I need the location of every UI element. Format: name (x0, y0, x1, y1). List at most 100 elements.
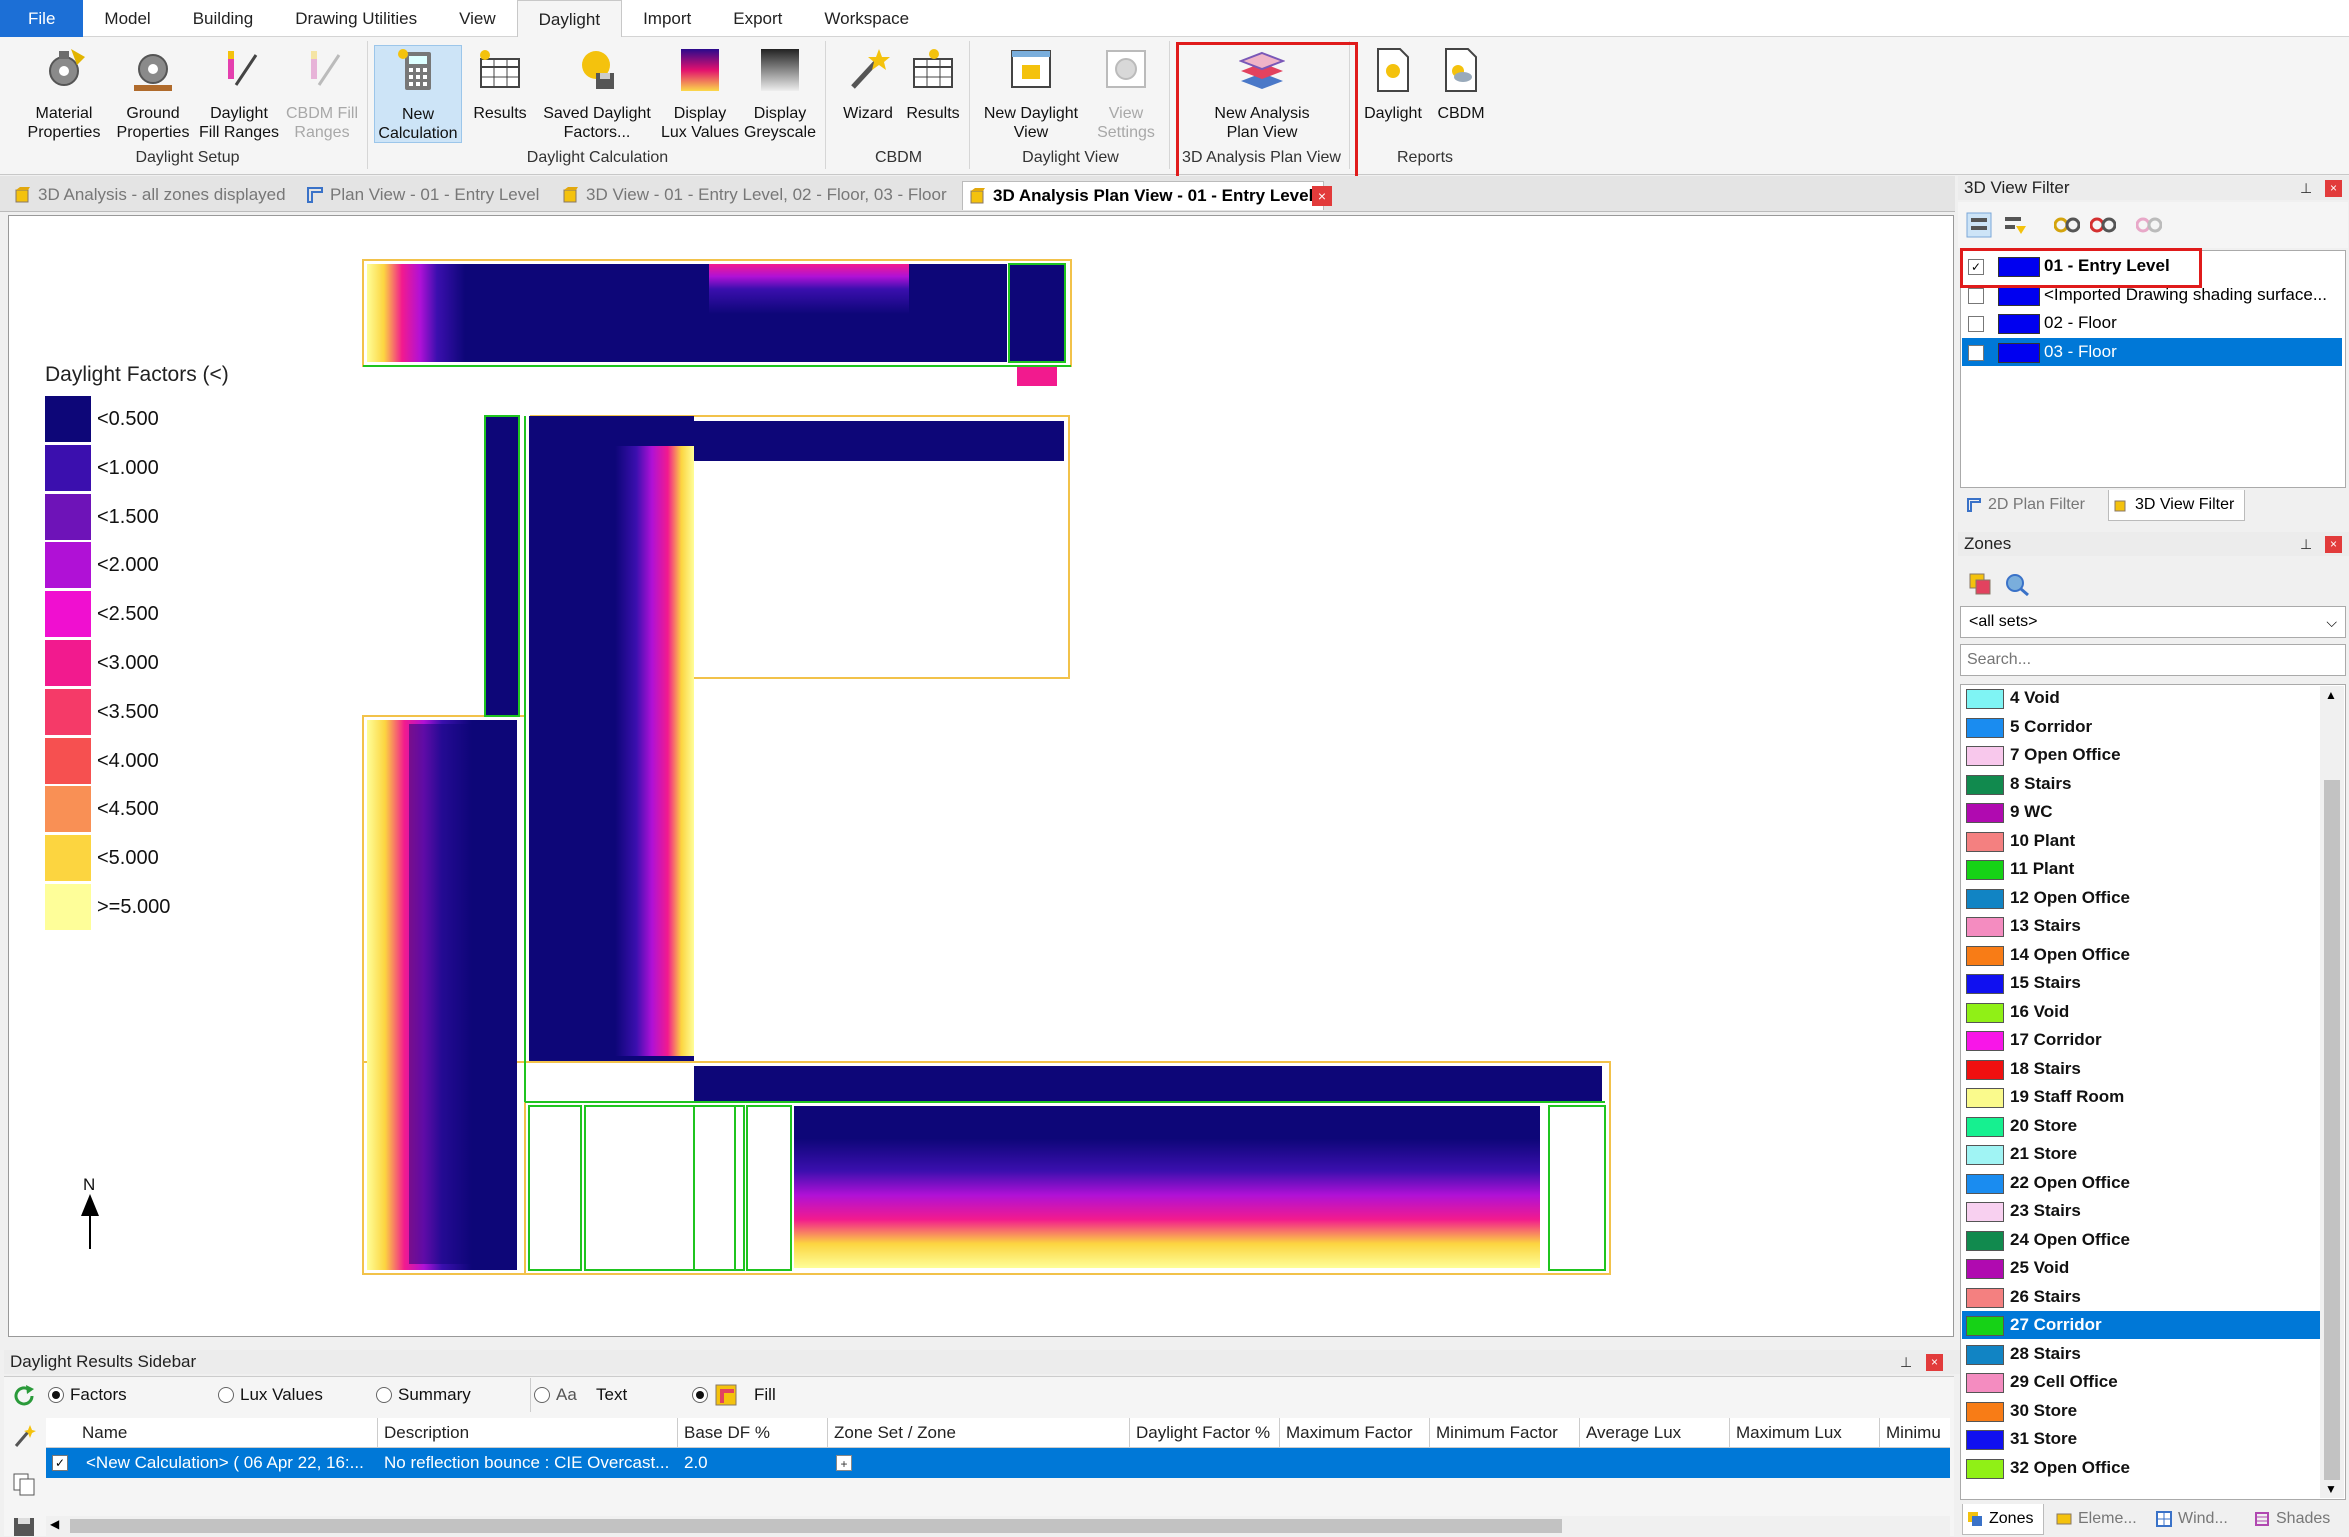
tab-file[interactable]: File (0, 0, 84, 37)
zone-sets-icon[interactable] (1968, 572, 1994, 596)
view-filter-checkbox[interactable] (1968, 287, 1984, 304)
cbdm-report-button[interactable]: CBDM (1428, 45, 1494, 123)
material-properties-button[interactable]: Material Properties (14, 45, 114, 142)
view-filter-item[interactable]: 03 - Floor (1962, 337, 2342, 366)
col-minimum-factor[interactable]: Minimum Factor (1430, 1418, 1580, 1448)
col-base-df[interactable]: Base DF % (678, 1418, 828, 1448)
zone-search-input[interactable] (1960, 644, 2346, 676)
scroll-left-icon[interactable]: ◀ (50, 1517, 59, 1531)
zone-list-item[interactable]: 29 Cell Office (1962, 1368, 2320, 1396)
scrollbar-thumb[interactable] (2324, 780, 2340, 1480)
zone-list-item[interactable]: 32 Open Office (1962, 1454, 2320, 1482)
tab-windows[interactable]: Wind... (2152, 1504, 2228, 1534)
tab-workspace[interactable]: Workspace (803, 0, 930, 37)
view-filter-item[interactable]: 02 - Floor (1962, 309, 2342, 337)
zone-list-item[interactable]: 7 Open Office (1962, 741, 2320, 769)
zone-list-item[interactable]: 16 Void (1962, 998, 2320, 1026)
pin-icon[interactable]: ⊥ (2300, 180, 2312, 197)
analysis-canvas[interactable]: Daylight Factors (<) <0.500 <1.000 <1.500 <… (8, 215, 1954, 1337)
zone-list-item[interactable]: 24 Open Office (1962, 1226, 2320, 1254)
pin-icon[interactable]: ⊥ (2300, 536, 2312, 553)
daylight-report-button[interactable]: Daylight (1356, 45, 1430, 123)
view-settings-button[interactable]: View Settings (1088, 45, 1164, 142)
scrollbar-thumb[interactable] (70, 1519, 1562, 1533)
text-radio[interactable] (534, 1387, 550, 1403)
col-average-lux[interactable]: Average Lux (1580, 1418, 1730, 1448)
results-button[interactable]: Results (464, 45, 536, 123)
save-icon[interactable] (12, 1516, 36, 1536)
tab-plan-view[interactable]: Plan View - 01 - Entry Level (300, 181, 539, 209)
col-minimum[interactable]: Minimu (1880, 1418, 1950, 1448)
col-daylight-factor[interactable]: Daylight Factor % (1130, 1418, 1280, 1448)
row-checkbox[interactable]: ✓ (52, 1455, 68, 1471)
wizard-button[interactable]: Wizard (836, 45, 900, 123)
summary-radio[interactable] (376, 1387, 392, 1403)
tab-import[interactable]: Import (622, 0, 712, 37)
close-tab-icon[interactable]: × (1312, 186, 1332, 206)
tab-building[interactable]: Building (172, 0, 275, 37)
scroll-down-icon[interactable]: ▼ (2325, 1482, 2337, 1496)
tab-view[interactable]: View (438, 0, 517, 37)
zone-list-item[interactable]: 15 Stairs (1962, 969, 2320, 997)
zone-list-item[interactable]: 21 Store (1962, 1140, 2320, 1168)
col-name[interactable]: Name (76, 1418, 378, 1448)
display-greyscale-button[interactable]: Display Greyscale (740, 45, 820, 142)
filter-icon[interactable] (2002, 212, 2028, 238)
tab-drawing-utilities[interactable]: Drawing Utilities (274, 0, 438, 37)
fill-radio[interactable] (692, 1387, 708, 1403)
link-disabled-icon[interactable] (2136, 214, 2162, 236)
tab-3d-view-filter[interactable]: 3D View Filter (2108, 490, 2246, 521)
zone-set-expand-icon[interactable]: + (836, 1455, 852, 1471)
tab-export[interactable]: Export (712, 0, 803, 37)
close-panel-icon[interactable]: × (2325, 180, 2342, 197)
pin-icon[interactable]: ⊥ (1900, 1354, 1912, 1371)
zone-list-item[interactable]: 19 Staff Room (1962, 1083, 2320, 1111)
zone-set-select[interactable]: <all sets> ⌵ (1960, 606, 2346, 638)
tab-zones[interactable]: Zones (1962, 1504, 2045, 1535)
scroll-up-icon[interactable]: ▲ (2325, 688, 2337, 702)
zone-list-item[interactable]: 23 Stairs (1962, 1197, 2320, 1225)
zone-list-item[interactable]: 11 Plant (1962, 855, 2320, 883)
close-panel-icon[interactable]: × (1926, 1354, 1943, 1371)
link-yellow-icon[interactable] (2054, 214, 2080, 236)
col-maximum-lux[interactable]: Maximum Lux (1730, 1418, 1880, 1448)
zone-list-item[interactable]: 14 Open Office (1962, 941, 2320, 969)
zone-list-item[interactable]: 9 WC (1962, 798, 2320, 826)
daylight-fill-ranges-button[interactable]: Daylight Fill Ranges (194, 45, 284, 142)
refresh-icon[interactable] (12, 1384, 36, 1408)
zone-list-item[interactable]: 28 Stairs (1962, 1340, 2320, 1368)
tab-daylight[interactable]: Daylight (516, 0, 623, 37)
results-scrollbar[interactable]: ◀ (46, 1516, 1950, 1536)
copy-icon[interactable] (12, 1472, 36, 1496)
zone-list-item[interactable]: 20 Store (1962, 1112, 2320, 1140)
cbdm-results-button[interactable]: Results (900, 45, 966, 123)
wand-icon[interactable] (12, 1424, 36, 1448)
zone-list-item[interactable]: 26 Stairs (1962, 1283, 2320, 1311)
zone-list-item[interactable]: 4 Void (1962, 684, 2320, 712)
zone-list-item[interactable]: 13 Stairs (1962, 912, 2320, 940)
select-all-icon[interactable] (1966, 212, 1992, 238)
factors-radio[interactable] (48, 1387, 64, 1403)
view-filter-checkbox[interactable] (1968, 344, 1984, 361)
col-description[interactable]: Description (378, 1418, 678, 1448)
tab-shades[interactable]: Shades (2250, 1504, 2330, 1534)
tab-3d-analysis-plan-view[interactable]: 3D Analysis Plan View - 01 - Entry Level (962, 181, 1325, 210)
zone-list-item[interactable]: 27 Corridor (1962, 1311, 2320, 1339)
tab-2d-plan-filter[interactable]: 2D Plan Filter (1962, 490, 2085, 520)
tab-model[interactable]: Model (83, 0, 171, 37)
lux-values-radio[interactable] (218, 1387, 234, 1403)
tab-3d-view[interactable]: 3D View - 01 - Entry Level, 02 - Floor, … (556, 181, 947, 209)
tab-3d-analysis[interactable]: 3D Analysis - all zones displayed (8, 181, 286, 209)
zone-list-item[interactable]: 12 Open Office (1962, 884, 2320, 912)
view-filter-checkbox[interactable] (1968, 316, 1984, 332)
new-calculation-button[interactable]: New Calculation (374, 45, 462, 143)
new-daylight-view-button[interactable]: New Daylight View (976, 45, 1086, 142)
close-panel-icon[interactable]: × (2325, 536, 2342, 553)
saved-daylight-factors-button[interactable]: Saved Daylight Factors... (532, 45, 662, 142)
col-maximum-factor[interactable]: Maximum Factor (1280, 1418, 1430, 1448)
zone-list-item[interactable]: 5 Corridor (1962, 713, 2320, 741)
zone-list-item[interactable]: 22 Open Office (1962, 1169, 2320, 1197)
col-zone-set[interactable]: Zone Set / Zone (828, 1418, 1130, 1448)
zones-scrollbar[interactable]: ▲ ▼ (2320, 686, 2344, 1498)
cbdm-fill-ranges-button[interactable]: CBDM Fill Ranges (280, 45, 364, 142)
